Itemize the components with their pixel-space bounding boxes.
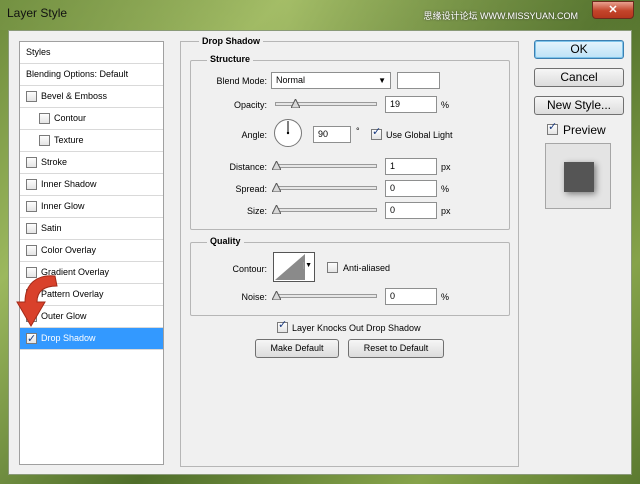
contour-label: Contour:: [232, 264, 267, 274]
spread-slider[interactable]: [272, 183, 377, 192]
size-unit: px: [441, 206, 451, 216]
style-item-label: Inner Glow: [41, 201, 85, 211]
spread-label: Spread:: [235, 184, 267, 194]
inner-shadow-checkbox[interactable]: [26, 179, 37, 190]
structure-title: Structure: [207, 54, 254, 64]
chevron-down-icon: ▼: [378, 76, 386, 85]
opacity-unit: %: [441, 100, 450, 110]
style-item-color-overlay[interactable]: Color Overlay: [20, 240, 163, 262]
noise-input[interactable]: 0: [385, 288, 437, 305]
red-arrow-annotation-icon: [16, 275, 58, 327]
style-item-satin[interactable]: Satin: [20, 218, 163, 240]
style-item-texture[interactable]: Texture: [20, 130, 163, 152]
inner-glow-checkbox[interactable]: [26, 201, 37, 212]
style-item-contour[interactable]: Contour: [20, 108, 163, 130]
size-slider-thumb-icon[interactable]: [272, 205, 281, 214]
angle-label: Angle:: [241, 130, 267, 140]
distance-input[interactable]: 1: [385, 158, 437, 175]
contour-picker[interactable]: ▼: [273, 252, 315, 282]
color-overlay-checkbox[interactable]: [26, 245, 37, 256]
satin-checkbox[interactable]: [26, 223, 37, 234]
style-item-stroke[interactable]: Stroke: [20, 152, 163, 174]
size-input[interactable]: 0: [385, 202, 437, 219]
blending-options-label: Blending Options: Default: [26, 69, 129, 79]
style-item-label: Bevel & Emboss: [41, 91, 108, 101]
style-item-inner-shadow[interactable]: Inner Shadow: [20, 174, 163, 196]
blend-mode-label: Blend Mode:: [216, 76, 267, 86]
distance-unit: px: [441, 162, 451, 172]
title-bar: Layer Style 思缘设计论坛 WWW.MISSYUAN.COM ✕: [0, 0, 640, 30]
spread-slider-thumb-icon[interactable]: [272, 183, 281, 192]
distance-slider-thumb-icon[interactable]: [272, 161, 281, 170]
styles-list: Styles Blending Options: Default Bevel &…: [19, 41, 164, 465]
styles-header-label: Styles: [26, 47, 51, 57]
anti-aliased-checkbox[interactable]: [327, 262, 338, 273]
blend-mode-select[interactable]: Normal ▼: [271, 72, 391, 89]
noise-label: Noise:: [241, 292, 267, 302]
distance-label: Distance:: [229, 162, 267, 172]
distance-slider[interactable]: [272, 161, 377, 170]
knocks-out-checkbox[interactable]: [277, 318, 288, 333]
style-item-label: Contour: [54, 113, 87, 123]
ok-button[interactable]: OK: [534, 40, 624, 59]
drop-shadow-checkbox[interactable]: [26, 329, 37, 350]
noise-slider-thumb-icon[interactable]: [272, 291, 281, 300]
style-item-label: Satin: [41, 223, 62, 233]
size-label: Size:: [246, 206, 267, 216]
preview-thumbnail: [545, 143, 611, 209]
close-button[interactable]: ✕: [592, 1, 634, 19]
noise-slider[interactable]: [272, 291, 377, 300]
make-default-button[interactable]: Make Default: [255, 339, 339, 358]
opacity-input[interactable]: 19: [385, 96, 437, 113]
knocks-out-label: Layer Knocks Out Drop Shadow: [292, 323, 421, 333]
quality-title: Quality: [207, 236, 244, 246]
angle-dial-icon[interactable]: [273, 118, 303, 148]
drop-shadow-title: Drop Shadow: [199, 36, 263, 46]
preview-swatch: [564, 162, 594, 192]
blend-mode-value: Normal: [276, 75, 306, 85]
contour-preview-icon: [275, 254, 305, 280]
angle-input[interactable]: 90: [313, 126, 351, 143]
angle-unit: °: [356, 126, 360, 136]
opacity-label: Opacity:: [233, 100, 267, 110]
contour-checkbox[interactable]: [39, 113, 50, 124]
use-global-light-checkbox[interactable]: [371, 125, 382, 140]
styles-header[interactable]: Styles: [20, 42, 163, 64]
chevron-down-icon: ▼: [303, 262, 312, 269]
quality-group: [190, 242, 510, 316]
noise-unit: %: [441, 292, 450, 302]
close-icon: ✕: [608, 4, 618, 16]
opacity-slider[interactable]: [275, 99, 377, 108]
window-title: Layer Style: [7, 6, 68, 20]
texture-checkbox[interactable]: [39, 135, 50, 146]
style-item-inner-glow[interactable]: Inner Glow: [20, 196, 163, 218]
size-slider[interactable]: [272, 205, 377, 214]
spread-unit: %: [441, 184, 450, 194]
anti-aliased-label: Anti-aliased: [343, 263, 391, 273]
preview-checkbox[interactable]: [547, 120, 558, 135]
style-item-bevel-emboss[interactable]: Bevel & Emboss: [20, 86, 163, 108]
drop-shadow-panel: Drop Shadow Structure Blend Mode: Normal…: [180, 36, 519, 467]
bevel-emboss-checkbox[interactable]: [26, 91, 37, 102]
spread-input[interactable]: 0: [385, 180, 437, 197]
style-item-label: Inner Shadow: [41, 179, 97, 189]
layer-style-dialog: Styles Blending Options: Default Bevel &…: [8, 30, 632, 475]
blending-options-item[interactable]: Blending Options: Default: [20, 64, 163, 86]
reset-to-default-button[interactable]: Reset to Default: [348, 339, 444, 358]
preview-label: Preview: [563, 123, 606, 137]
style-item-label: Stroke: [41, 157, 68, 167]
style-item-label: Texture: [54, 135, 84, 145]
style-item-label: Color Overlay: [41, 245, 97, 255]
opacity-slider-thumb-icon[interactable]: [291, 99, 300, 108]
watermark-text: 思缘设计论坛 WWW.MISSYUAN.COM: [423, 11, 579, 21]
new-style-button[interactable]: New Style...: [534, 96, 624, 115]
shadow-color-swatch[interactable]: [397, 72, 440, 89]
cancel-button[interactable]: Cancel: [534, 68, 624, 87]
stroke-checkbox[interactable]: [26, 157, 37, 168]
use-global-light-label: Use Global Light: [386, 130, 453, 140]
